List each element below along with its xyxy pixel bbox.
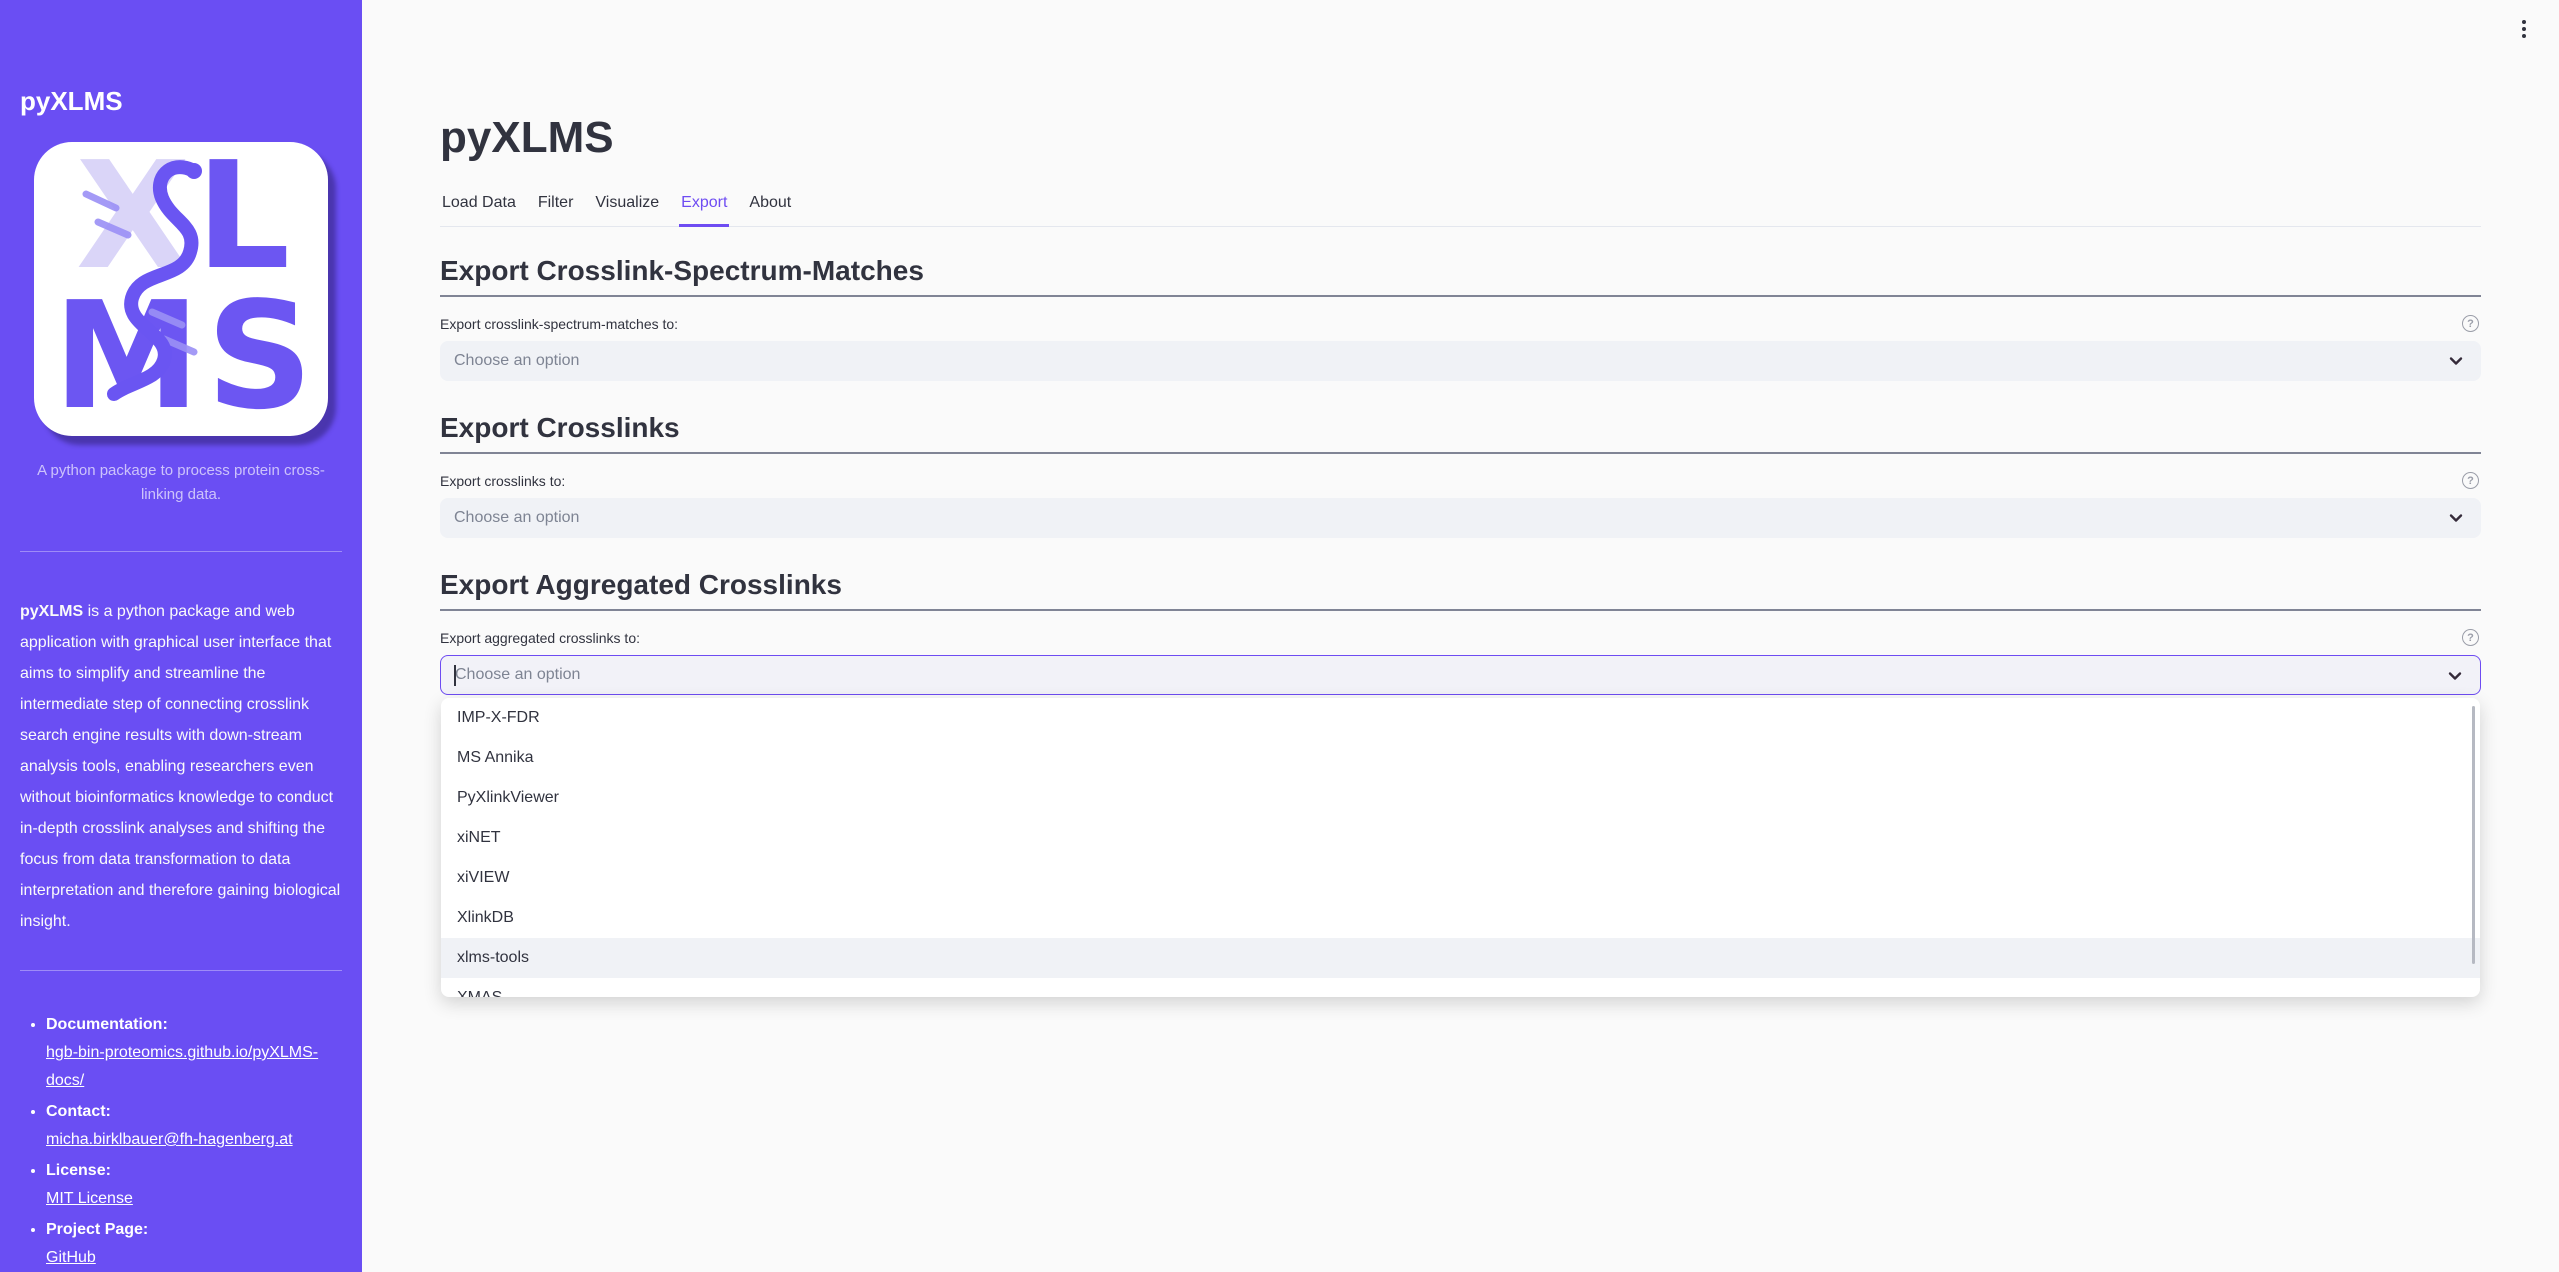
export-csms-select[interactable]: Choose an option (440, 341, 2481, 381)
help-icon[interactable]: ? (2462, 472, 2479, 489)
list-item-documentation: Documentation: hgb-bin-proteomics.github… (46, 1011, 342, 1095)
field-label: Export crosslink-spectrum-matches to: (440, 316, 679, 332)
tab-export[interactable]: Export (679, 185, 730, 227)
description-lead: pyXLMS (20, 603, 84, 620)
list-item-project-page: Project Page: GitHub (46, 1216, 342, 1272)
option-pyxlinkviewer[interactable]: PyXlinkViewer (441, 778, 2480, 818)
tab-filter[interactable]: Filter (536, 185, 576, 227)
section-divider (440, 295, 2481, 297)
contact-link[interactable]: micha.birklbauer@fh-hagenberg.at (46, 1131, 293, 1148)
link-label: License: (46, 1162, 111, 1179)
chevron-down-icon (2449, 357, 2463, 365)
section-title: Export Crosslinks (440, 412, 680, 443)
link-label: Documentation: (46, 1016, 168, 1033)
sidebar-title: pyXLMS (20, 86, 123, 116)
dropdown-scrollbar[interactable] (2472, 706, 2475, 964)
description-text: is a python package and web application … (20, 603, 341, 930)
section-export-crosslinks: Export Crosslinks Export crosslinks to: … (440, 411, 2481, 538)
select-placeholder: Choose an option (455, 666, 581, 683)
option-xlinkdb[interactable]: XlinkDB (441, 898, 2480, 938)
logo-letter-m: M (53, 270, 200, 442)
option-imp-x-fdr[interactable]: IMP-X-FDR (441, 698, 2480, 738)
tab-about[interactable]: About (747, 185, 793, 227)
field-label: Export aggregated crosslinks to: (440, 630, 640, 646)
section-export-csms: Export Crosslink-Spectrum-Matches Export… (440, 254, 2481, 381)
tab-load-data[interactable]: Load Data (440, 185, 518, 227)
option-xinet[interactable]: xiNET (441, 818, 2480, 858)
select-placeholder: Choose an option (454, 509, 580, 526)
logo-letter-s: S (206, 270, 313, 442)
sidebar-description: pyXLMS is a python package and web appli… (20, 596, 342, 937)
link-label: Project Page: (46, 1221, 149, 1238)
tab-bar: Load Data Filter Visualize Export About (440, 185, 2481, 227)
export-aggregated-select[interactable]: Choose an option IMP-X-FDR MS Annika PyX… (440, 655, 2481, 997)
github-link[interactable]: GitHub (46, 1249, 96, 1266)
logo-row-top: XL (34, 142, 328, 290)
chevron-down-icon (2448, 672, 2462, 680)
option-ms-annika[interactable]: MS Annika (441, 738, 2480, 778)
page-title: pyXLMS (440, 113, 614, 162)
list-item-contact: Contact: micha.birklbauer@fh-hagenberg.a… (46, 1098, 342, 1154)
logo-row-bottom: MS (34, 282, 328, 430)
logo-letter-x: X (75, 130, 190, 302)
help-icon[interactable]: ? (2462, 315, 2479, 332)
sidebar-link-list: Documentation: hgb-bin-proteomics.github… (28, 1011, 342, 1272)
option-xmas[interactable]: XMAS (441, 978, 2480, 997)
section-export-aggregated: Export Aggregated Crosslinks Export aggr… (440, 568, 2481, 997)
license-link[interactable]: MIT License (46, 1190, 133, 1207)
text-cursor (454, 665, 456, 686)
section-title: Export Crosslink-Spectrum-Matches (440, 255, 924, 286)
link-label: Contact: (46, 1103, 111, 1120)
pyxlms-logo: XL MS (34, 142, 328, 436)
sidebar: pyXLMS XL MS A python package to process… (0, 0, 362, 1272)
select-dropdown-list: IMP-X-FDR MS Annika PyXlinkViewer xiNET … (441, 698, 2480, 997)
section-divider (440, 609, 2481, 611)
logo-letter-l: L (195, 130, 290, 302)
section-divider (440, 452, 2481, 454)
field-label: Export crosslinks to: (440, 473, 566, 489)
select-placeholder: Choose an option (454, 352, 580, 369)
main-area: pyXLMS Load Data Filter Visualize Export… (362, 0, 2559, 1272)
sidebar-caption: A python package to process protein cros… (37, 462, 325, 503)
export-crosslinks-select[interactable]: Choose an option (440, 498, 2481, 538)
list-item-license: License: MIT License (46, 1157, 342, 1213)
documentation-link[interactable]: hgb-bin-proteomics.github.io/pyXLMS-docs… (46, 1044, 318, 1089)
option-xlms-tools[interactable]: xlms-tools (441, 938, 2480, 978)
sidebar-divider (20, 551, 342, 552)
help-icon[interactable]: ? (2462, 629, 2479, 646)
tab-visualize[interactable]: Visualize (593, 185, 661, 227)
option-xiview[interactable]: xiVIEW (441, 858, 2480, 898)
sidebar-divider (20, 970, 342, 971)
section-title: Export Aggregated Crosslinks (440, 569, 842, 600)
chevron-down-icon (2449, 514, 2463, 522)
